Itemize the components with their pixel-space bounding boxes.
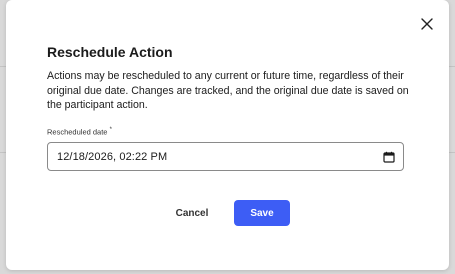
- dialog-title: Reschedule Action: [47, 44, 173, 60]
- calendar-icon[interactable]: [383, 151, 395, 163]
- rescheduled-date-input[interactable]: 12/18/2026, 02:22 PM: [47, 142, 404, 171]
- rescheduled-date-label: Rescheduled date *: [47, 127, 112, 137]
- close-button[interactable]: [417, 14, 437, 34]
- rescheduled-date-value[interactable]: 12/18/2026, 02:22 PM: [57, 151, 383, 163]
- cancel-button[interactable]: Cancel: [165, 201, 219, 226]
- close-icon: [421, 18, 433, 30]
- rescheduled-date-label-text: Rescheduled date: [47, 127, 108, 137]
- save-button[interactable]: Save: [234, 200, 290, 226]
- reschedule-action-dialog: Reschedule Action Actions may be resched…: [6, 0, 449, 270]
- dialog-description: Actions may be rescheduled to any curren…: [47, 70, 409, 111]
- required-marker: *: [109, 127, 112, 133]
